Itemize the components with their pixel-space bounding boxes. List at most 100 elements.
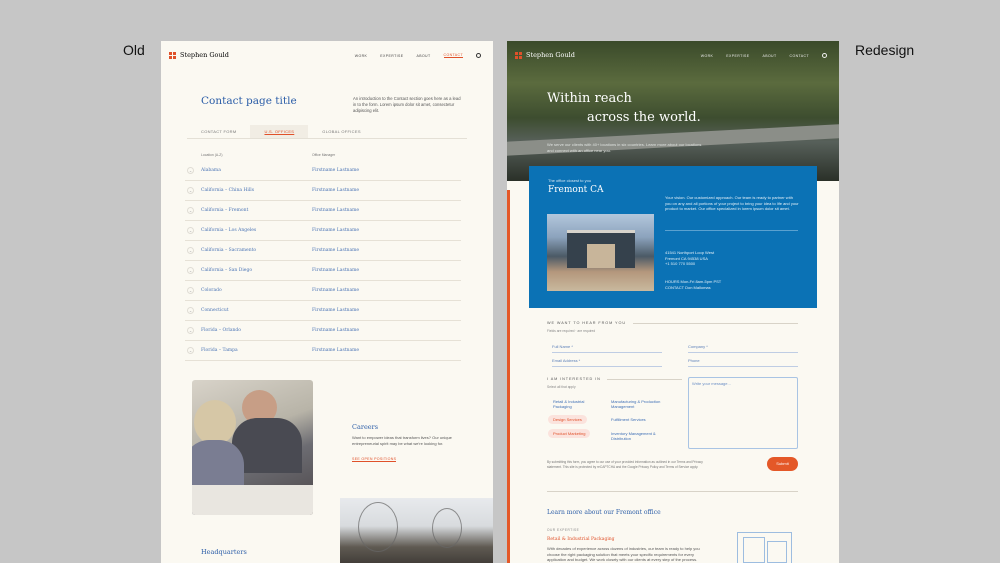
main-nav: WORK EXPERTISE ABOUT CONTACT [701,53,827,58]
chevron-down-icon[interactable]: ⌄ [187,207,194,214]
office-vision: Your vision. Our customized approach. Ou… [665,195,799,211]
chevron-down-icon[interactable]: ⌄ [187,167,194,174]
interested-sub: Select all that apply [547,385,576,389]
old-design-panel: Stephen Gould WORK EXPERTISE ABOUT CONTA… [161,41,493,563]
option-design-services[interactable]: Design Services [548,415,587,424]
hours-line: HOURS Mon-Fri 8am-5pm PST [665,279,722,284]
location-row[interactable]: ⌄ California – Sacramento Firstname Lastna… [185,241,461,261]
submit-button[interactable]: Submit [767,457,798,471]
location-row[interactable]: ⌄ California – China Hills Firstname Lastn… [185,181,461,201]
location-name: California – Fremont [201,208,249,213]
office-manager: Firstname Lastname [312,308,360,313]
building-photo [340,498,493,563]
search-icon[interactable] [476,53,481,58]
option-retail-packaging[interactable]: Retail & Industrial Packaging [548,397,603,411]
office-manager: Firstname Lastname [312,328,360,333]
location-name: Alabama [201,168,221,173]
chevron-down-icon[interactable]: ⌄ [187,347,194,354]
search-icon[interactable] [822,53,827,58]
careers-title: Careers [352,423,379,431]
nav-expertise[interactable]: EXPERTISE [380,54,403,58]
address-line: 41541 Northport Loop West [665,250,715,255]
chevron-down-icon[interactable]: ⌄ [187,267,194,274]
location-name: California – Los Angeles [201,228,257,233]
option-fulfillment[interactable]: Fulfillment Services [606,415,651,424]
careers-text: Want to empower ideas that transform liv… [352,435,452,446]
brand-logo[interactable]: Stephen Gould [515,51,575,59]
location-row[interactable]: ⌄ Alabama Firstname Lastname [185,161,461,181]
chevron-down-icon[interactable]: ⌄ [187,187,194,194]
option-inventory[interactable]: Inventory Management & Distribution [606,429,666,443]
office-pre: The office closest to you [548,178,592,183]
table-header: Location (A-Z) Office Manager [201,153,461,157]
location-row[interactable]: ⌄ Colorado Firstname Lastname [185,281,461,301]
nav-contact[interactable]: CONTACT [443,53,463,58]
location-row[interactable]: ⌄ Florida – Tampa Firstname Lastname [185,341,461,361]
tab-global-offices[interactable]: GLOBAL OFFICES [308,125,375,138]
location-row[interactable]: ⌄ Connecticut Firstname Lastname [185,301,461,321]
hero-title-line2: across the world. [587,110,701,125]
chevron-down-icon[interactable]: ⌄ [187,227,194,234]
office-photo [547,214,654,291]
location-row[interactable]: ⌄ California – San Diego Firstname Lastnam… [185,261,461,281]
brand-name: Stephen Gould [526,51,575,59]
location-name: Connecticut [201,308,229,313]
option-product-marketing[interactable]: Product Marketing [548,429,591,438]
expertise-text: With decades of experience across dozens… [547,546,700,562]
careers-photo [192,380,313,515]
hero-title-line1: Within reach [547,91,632,106]
nav-about[interactable]: ABOUT [762,54,776,58]
message-textarea[interactable]: Write your message... [688,377,798,449]
location-row[interactable]: ⌄ California – Los Angeles Firstname Lastn… [185,221,461,241]
nav-about[interactable]: ABOUT [416,54,430,58]
logo-icon [515,51,522,59]
office-manager: Firstname Lastname [312,168,360,173]
nav-work[interactable]: WORK [355,54,368,58]
chevron-down-icon[interactable]: ⌄ [187,287,194,294]
expertise-heading[interactable]: Retail & Industrial Packaging [547,537,615,542]
nav-expertise[interactable]: EXPERTISE [726,54,749,58]
phone-field[interactable]: Phone [688,358,798,367]
redesign-label: Redesign [855,42,915,58]
location-name: California – San Diego [201,268,253,273]
location-name: Colorado [201,288,222,293]
office-manager: Firstname Lastname [312,288,360,293]
tab-contact-form[interactable]: CONTACT FORM [187,125,250,138]
office-manager: Firstname Lastname [312,348,360,353]
nav-contact[interactable]: CONTACT [790,54,809,58]
location-name: Florida – Tampa [201,348,238,353]
required-note: Fields are required · are required [547,329,596,333]
office-manager: Firstname Lastname [312,208,360,213]
expertise-label: OUR EXPERTISE [547,528,580,532]
learn-more-title: Learn more about our Fremont office [547,509,661,516]
page-intro: An introduction to the Contact section g… [353,96,461,113]
location-name: California – Sacramento [201,248,257,253]
packaging-illustration [737,532,792,563]
chevron-down-icon[interactable]: ⌄ [187,307,194,314]
office-manager: Firstname Lastname [312,248,360,253]
terms-text: By submitting this form, you agree to ou… [547,460,703,469]
chevron-down-icon[interactable]: ⌄ [187,327,194,334]
see-open-positions-link[interactable]: SEE OPEN POSITIONS [352,457,397,462]
column-location[interactable]: Location (A-Z) [201,153,222,157]
office-phone[interactable]: +1 510 770 5500 [665,261,714,267]
page-title: Contact page title [201,95,297,107]
main-nav: WORK EXPERTISE ABOUT CONTACT [355,53,481,58]
full-name-field[interactable]: Full Name * [552,344,662,353]
option-manufacturing[interactable]: Manufacturing & Production Management [606,397,666,411]
accent-bar [507,190,510,563]
interested-label: I AM INTERESTED IN [547,377,601,381]
location-row[interactable]: ⌄ California – Fremont Firstname Lastname [185,201,461,221]
brand-logo[interactable]: Stephen Gould [169,51,229,59]
locations-list: ⌄ Alabama Firstname Lastname ⌄ California – … [185,161,461,361]
tab-us-offices[interactable]: U.S. OFFICES [250,125,309,138]
company-field[interactable]: Company * [688,344,798,353]
email-field[interactable]: Email Address * [552,358,662,367]
column-manager: Office Manager [312,153,336,157]
chevron-down-icon[interactable]: ⌄ [187,247,194,254]
location-row[interactable]: ⌄ Florida – Orlando Firstname Lastname [185,321,461,341]
office-manager: Firstname Lastname [312,228,360,233]
nav-work[interactable]: WORK [701,54,714,58]
brand-name: Stephen Gould [180,51,229,59]
office-manager: Firstname Lastname [312,268,360,273]
